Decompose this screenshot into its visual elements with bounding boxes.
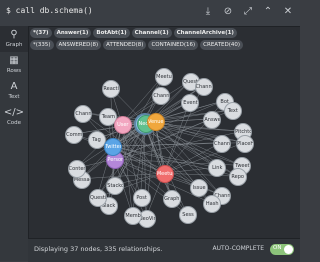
graph-node[interactable]: Channe: [74, 105, 92, 123]
graph-node[interactable]: Tag: [88, 131, 106, 149]
expand-icon[interactable]: ⤢: [240, 4, 256, 20]
graph-node[interactable]: Venue: [147, 113, 165, 131]
graph-node[interactable]: Channel: [195, 78, 213, 96]
pin-icon[interactable]: ⊘: [220, 4, 236, 20]
relationship-types-row: *(335) ANSWERED(8) ATTENDED(8) CONTAINED…: [30, 40, 243, 51]
close-icon[interactable]: ✕: [280, 4, 296, 20]
node-labels-row: *(37) Answer(1) BotAbt(1) Channel(1) Cha…: [30, 28, 237, 39]
graph-node[interactable]: Repo: [229, 168, 247, 186]
rel-tag[interactable]: CONTAINED(16): [148, 40, 198, 50]
graph-canvas[interactable]: LinkTweetRepoIssueChannHashGraphSessMeet…: [30, 52, 298, 235]
text-icon: A: [0, 81, 28, 93]
status-bar: Displaying 37 nodes, 335 relationships. …: [28, 238, 300, 262]
sidebar-item-rows[interactable]: ▦ Rows: [0, 52, 28, 78]
graph-node[interactable]: Text: [224, 102, 242, 120]
graph-node[interactable]: Graph: [163, 190, 181, 208]
label-tag[interactable]: ChannelArchive(1): [174, 28, 237, 38]
graph-node[interactable]: Post: [133, 189, 151, 207]
label-tag[interactable]: *(37): [30, 28, 52, 38]
autocomplete-toggle[interactable]: ON: [270, 244, 294, 255]
graph-node[interactable]: Meetup: [156, 165, 174, 183]
graph-node[interactable]: Channe: [213, 135, 231, 153]
label-tag[interactable]: Answer(1): [54, 28, 92, 38]
graph-result-panel: $ call db.schema() ⤓ ⊘ ⤢ ⌃ ✕ ⚲ Graph ▦ R…: [0, 0, 300, 261]
sidebar-item-graph[interactable]: ⚲ Graph: [0, 26, 28, 52]
view-sidebar: ⚲ Graph ▦ Rows A Text </> Code: [0, 26, 29, 261]
rel-tag[interactable]: *(335): [30, 40, 54, 50]
graph-node[interactable]: Meetup: [155, 68, 173, 86]
collapse-icon[interactable]: ⌃: [260, 4, 276, 20]
download-icon[interactable]: ⤓: [200, 4, 216, 20]
query-bar: $ call db.schema() ⤓ ⊘ ⤢ ⌃ ✕: [0, 0, 300, 27]
graph-node[interactable]: User: [114, 116, 132, 134]
label-tag[interactable]: BotAbt(1): [93, 28, 129, 38]
rel-tag[interactable]: ATTENDED(8): [103, 40, 146, 50]
status-text: Displaying 37 nodes, 335 relationships.: [34, 245, 162, 253]
graph-node[interactable]: Stackov: [106, 177, 124, 195]
toolbar-icons: ⤓ ⊘ ⤢ ⌃ ✕: [200, 4, 296, 20]
label-tag[interactable]: Channel(1): [132, 28, 172, 38]
query-text[interactable]: $ call db.schema(): [6, 6, 93, 15]
sidebar-item-code[interactable]: </> Code: [0, 104, 28, 130]
table-icon: ▦: [0, 55, 28, 67]
code-icon: </>: [0, 107, 28, 119]
graph-node[interactable]: PlaceH: [236, 135, 254, 153]
toggle-knob: [284, 245, 293, 254]
graph-node[interactable]: Reactio: [102, 80, 120, 98]
graph-node[interactable]: Sess: [179, 206, 197, 224]
sidebar-item-text[interactable]: A Text: [0, 78, 28, 104]
graph-edge: [144, 123, 221, 195]
graph-icon: ⚲: [0, 29, 28, 41]
autocomplete-label: AUTO-COMPLETE: [212, 245, 264, 252]
rel-tag[interactable]: ANSWERED(8): [56, 40, 102, 50]
graph-node[interactable]: Content: [68, 160, 86, 178]
rel-tag[interactable]: CREATED(40): [200, 40, 243, 50]
